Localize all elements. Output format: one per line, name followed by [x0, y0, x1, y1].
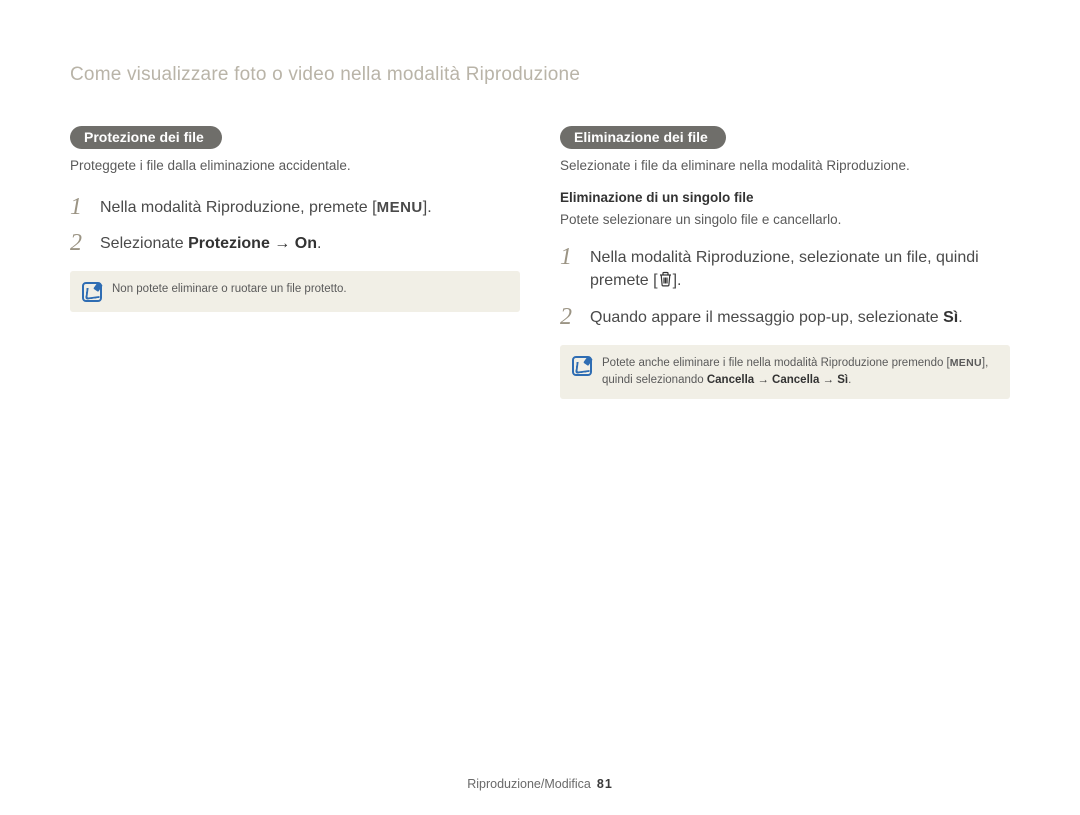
text-fragment: .	[958, 309, 962, 326]
footer-page-number: 81	[597, 777, 613, 791]
text-fragment: Selezionate	[100, 235, 188, 252]
text-fragment: .	[848, 374, 851, 386]
bold-fragment: Protezione → On	[188, 235, 317, 252]
footer-section: Riproduzione/Modifica	[467, 777, 591, 791]
protection-step-1: 1 Nella modalità Riproduzione, premete […	[70, 194, 520, 220]
step-number: 2	[560, 304, 584, 330]
bold-fragment: Cancella → Cancella → Sì	[707, 374, 848, 386]
left-column: Protezione dei file Proteggete i file da…	[70, 126, 520, 399]
protection-note: Non potete eliminare o ruotare un file p…	[70, 271, 520, 312]
bold-fragment: Sì	[943, 309, 958, 326]
deletion-note: Potete anche eliminare i file nella moda…	[560, 345, 1010, 400]
text-fragment: premete [	[590, 272, 658, 289]
trash-icon	[658, 271, 673, 294]
section-title-deletion: Eliminazione dei file	[560, 126, 726, 149]
page-title: Come visualizzare foto o video nella mod…	[70, 64, 1010, 86]
text-fragment: ].	[423, 199, 432, 216]
right-column: Eliminazione dei file Selezionate i file…	[560, 126, 1010, 399]
text-fragment: ].	[673, 272, 682, 289]
text-fragment: .	[317, 235, 321, 252]
protection-intro: Proteggete i file dalla eliminazione acc…	[70, 157, 520, 176]
text-fragment: Quando appare il messaggio pop-up, selez…	[590, 309, 943, 326]
protection-step-2: 2 Selezionate Protezione → On.	[70, 230, 520, 256]
page-footer: Riproduzione/Modifica 81	[0, 777, 1080, 791]
note-text: Potete anche eliminare i file nella moda…	[602, 355, 996, 390]
text-fragment: Nella modalità Riproduzione, premete [	[100, 199, 377, 216]
menu-label-icon: MENU	[377, 197, 423, 219]
deletion-subheading: Eliminazione di un singolo file	[560, 190, 1010, 205]
section-title-protection: Protezione dei file	[70, 126, 222, 149]
step-text: Selezionate Protezione → On.	[100, 230, 321, 255]
text-fragment: Potete anche eliminare i file nella moda…	[602, 357, 950, 369]
step-text: Quando appare il messaggio pop-up, selez…	[590, 304, 963, 329]
step-text: Nella modalità Riproduzione, selezionate…	[590, 244, 979, 294]
page: Come visualizzare foto o video nella mod…	[0, 0, 1080, 815]
step-text: Nella modalità Riproduzione, premete [ME…	[100, 194, 432, 219]
note-icon	[572, 356, 592, 376]
deletion-step-2: 2 Quando appare il messaggio pop-up, sel…	[560, 304, 1010, 330]
note-text: Non potete eliminare o ruotare un file p…	[112, 281, 347, 298]
menu-label-icon: MENU	[950, 357, 982, 369]
deletion-intro: Selezionate i file da eliminare nella mo…	[560, 157, 1010, 176]
note-icon	[82, 282, 102, 302]
step-number: 1	[70, 194, 94, 220]
deletion-step-1: 1 Nella modalità Riproduzione, seleziona…	[560, 244, 1010, 294]
step-number: 1	[560, 244, 584, 270]
deletion-subtext: Potete selezionare un singolo file e can…	[560, 211, 1010, 230]
content-columns: Protezione dei file Proteggete i file da…	[70, 126, 1010, 399]
step-number: 2	[70, 230, 94, 256]
text-fragment: Nella modalità Riproduzione, selezionate…	[590, 249, 979, 266]
